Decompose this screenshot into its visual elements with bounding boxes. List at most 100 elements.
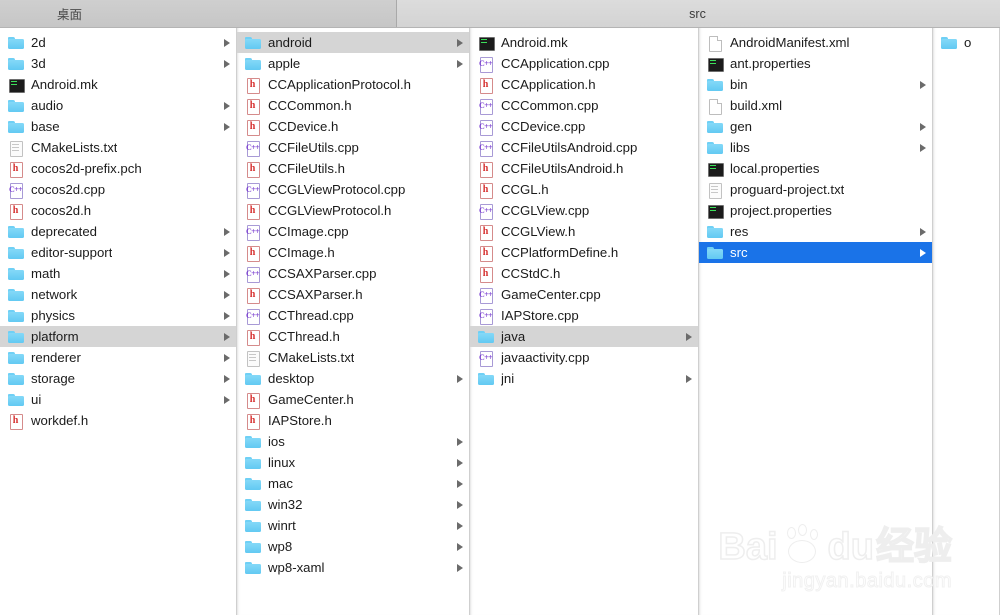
file-row[interactable]: CCThread.h <box>237 326 469 347</box>
file-row[interactable]: physics <box>0 305 236 326</box>
file-row[interactable]: CMakeLists.txt <box>237 347 469 368</box>
chevron-right-icon[interactable] <box>224 122 230 131</box>
file-row[interactable]: jni <box>470 368 698 389</box>
file-row[interactable]: workdef.h <box>0 410 236 431</box>
chevron-right-icon[interactable] <box>224 101 230 110</box>
chevron-right-icon[interactable] <box>224 59 230 68</box>
file-row[interactable]: CCFileUtilsAndroid.h <box>470 158 698 179</box>
file-row[interactable]: CCFileUtils.h <box>237 158 469 179</box>
file-row[interactable]: platform <box>0 326 236 347</box>
right-pane-title-tab[interactable]: src <box>397 0 1000 27</box>
file-row[interactable]: CMakeLists.txt <box>0 137 236 158</box>
file-row[interactable]: wp8 <box>237 536 469 557</box>
file-row[interactable]: CCApplication.h <box>470 74 698 95</box>
file-row[interactable]: bin <box>699 74 932 95</box>
file-row[interactable]: AndroidManifest.xml <box>699 32 932 53</box>
file-row[interactable]: src <box>699 242 932 263</box>
chevron-right-icon[interactable] <box>920 248 926 257</box>
file-row[interactable]: CCFileUtilsAndroid.cpp <box>470 137 698 158</box>
file-row[interactable]: cocos2d-prefix.pch <box>0 158 236 179</box>
file-row[interactable]: desktop <box>237 368 469 389</box>
file-row[interactable]: cocos2d.h <box>0 200 236 221</box>
file-row[interactable]: wp8-xaml <box>237 557 469 578</box>
chevron-right-icon[interactable] <box>686 332 692 341</box>
chevron-right-icon[interactable] <box>224 332 230 341</box>
file-row[interactable]: IAPStore.cpp <box>470 305 698 326</box>
chevron-right-icon[interactable] <box>224 38 230 47</box>
file-row[interactable]: java <box>470 326 698 347</box>
file-row[interactable]: math <box>0 263 236 284</box>
chevron-right-icon[interactable] <box>224 290 230 299</box>
file-row[interactable]: 3d <box>0 53 236 74</box>
chevron-right-icon[interactable] <box>457 521 463 530</box>
file-row[interactable]: res <box>699 221 932 242</box>
file-row[interactable]: CCImage.cpp <box>237 221 469 242</box>
file-row[interactable]: CCThread.cpp <box>237 305 469 326</box>
file-row[interactable]: CCDevice.cpp <box>470 116 698 137</box>
file-row[interactable]: CCGLViewProtocol.cpp <box>237 179 469 200</box>
file-row[interactable]: CCCommon.cpp <box>470 95 698 116</box>
file-row[interactable]: CCStdC.h <box>470 263 698 284</box>
file-row[interactable]: CCSAXParser.h <box>237 284 469 305</box>
chevron-right-icon[interactable] <box>224 227 230 236</box>
chevron-right-icon[interactable] <box>224 395 230 404</box>
chevron-right-icon[interactable] <box>224 374 230 383</box>
file-row[interactable]: CCImage.h <box>237 242 469 263</box>
chevron-right-icon[interactable] <box>457 479 463 488</box>
file-row[interactable]: libs <box>699 137 932 158</box>
file-row[interactable]: IAPStore.h <box>237 410 469 431</box>
chevron-right-icon[interactable] <box>920 227 926 236</box>
chevron-right-icon[interactable] <box>457 563 463 572</box>
file-row[interactable]: editor-support <box>0 242 236 263</box>
file-row[interactable]: GameCenter.h <box>237 389 469 410</box>
chevron-right-icon[interactable] <box>920 122 926 131</box>
file-row[interactable]: build.xml <box>699 95 932 116</box>
chevron-right-icon[interactable] <box>457 542 463 551</box>
file-row[interactable]: project.properties <box>699 200 932 221</box>
chevron-right-icon[interactable] <box>224 311 230 320</box>
chevron-right-icon[interactable] <box>686 374 692 383</box>
file-row[interactable]: CCGLView.h <box>470 221 698 242</box>
file-row[interactable]: CCPlatformDefine.h <box>470 242 698 263</box>
file-row[interactable]: o <box>933 32 999 53</box>
chevron-right-icon[interactable] <box>224 248 230 257</box>
file-row[interactable]: storage <box>0 368 236 389</box>
chevron-right-icon[interactable] <box>920 80 926 89</box>
file-row[interactable]: audio <box>0 95 236 116</box>
file-row[interactable]: ios <box>237 431 469 452</box>
file-row[interactable]: base <box>0 116 236 137</box>
file-row[interactable]: ui <box>0 389 236 410</box>
file-row[interactable]: android <box>237 32 469 53</box>
chevron-right-icon[interactable] <box>457 500 463 509</box>
chevron-right-icon[interactable] <box>457 38 463 47</box>
file-row[interactable]: javaactivity.cpp <box>470 347 698 368</box>
chevron-right-icon[interactable] <box>457 59 463 68</box>
file-row[interactable]: CCFileUtils.cpp <box>237 137 469 158</box>
file-row[interactable]: CCGLView.cpp <box>470 200 698 221</box>
file-row[interactable]: Android.mk <box>0 74 236 95</box>
file-row[interactable]: CCSAXParser.cpp <box>237 263 469 284</box>
chevron-right-icon[interactable] <box>224 353 230 362</box>
file-row[interactable]: win32 <box>237 494 469 515</box>
chevron-right-icon[interactable] <box>457 437 463 446</box>
file-row[interactable]: proguard-project.txt <box>699 179 932 200</box>
chevron-right-icon[interactable] <box>457 458 463 467</box>
file-row[interactable]: GameCenter.cpp <box>470 284 698 305</box>
file-row[interactable]: deprecated <box>0 221 236 242</box>
file-row[interactable]: ant.properties <box>699 53 932 74</box>
file-row[interactable]: mac <box>237 473 469 494</box>
left-pane-title-tab[interactable]: 桌面 <box>0 0 397 27</box>
file-row[interactable]: network <box>0 284 236 305</box>
chevron-right-icon[interactable] <box>457 374 463 383</box>
file-row[interactable]: CCGL.h <box>470 179 698 200</box>
file-row[interactable]: Android.mk <box>470 32 698 53</box>
file-row[interactable]: CCDevice.h <box>237 116 469 137</box>
file-row[interactable]: winrt <box>237 515 469 536</box>
file-row[interactable]: apple <box>237 53 469 74</box>
file-row[interactable]: CCApplication.cpp <box>470 53 698 74</box>
file-row[interactable]: 2d <box>0 32 236 53</box>
file-row[interactable]: linux <box>237 452 469 473</box>
file-row[interactable]: CCApplicationProtocol.h <box>237 74 469 95</box>
file-row[interactable]: gen <box>699 116 932 137</box>
chevron-right-icon[interactable] <box>224 269 230 278</box>
